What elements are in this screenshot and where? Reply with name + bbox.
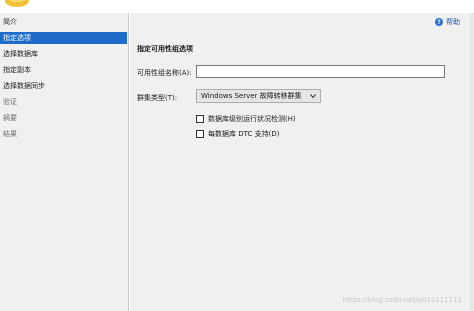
db-health-detection-label: 数据库级别运行状况检测(H)	[208, 115, 296, 123]
sidebar-item-summary: 摘要	[3, 114, 17, 122]
page-title: 指定可用性组选项	[137, 45, 193, 53]
per-db-dtc-checkbox[interactable]	[196, 130, 204, 138]
sidebar-item-validation: 验证	[3, 98, 17, 106]
cluster-type-value: Windows Server 故障转移群集	[201, 92, 302, 100]
sidebar-item-specify-options[interactable]: 指定选项	[0, 32, 127, 44]
sidebar-item-intro[interactable]: 简介	[0, 16, 127, 28]
cluster-type-select[interactable]: Windows Server 故障转移群集	[196, 89, 321, 103]
sidebar-item-select-databases[interactable]: 选择数据库	[0, 48, 127, 60]
watermark: https://blog.csdn.net/u011111111	[342, 296, 462, 304]
sidebar-item-data-sync[interactable]: 选择数据同步	[0, 80, 127, 92]
help-icon: ?	[435, 18, 443, 26]
wizard-steps-sidebar: 简介 指定选项 选择数据库 指定副本 选择数据同步 验证 摘要 结果	[0, 13, 129, 311]
help-link[interactable]: ? 帮助	[435, 17, 460, 27]
db-health-detection-option[interactable]: 数据库级别运行状况检测(H)	[196, 114, 296, 124]
ag-name-input[interactable]	[196, 65, 445, 78]
per-db-dtc-label: 每数据库 DTC 支持(D)	[208, 130, 280, 138]
cluster-type-label: 群集类型(T):	[137, 94, 178, 102]
window-edge	[470, 13, 474, 311]
chevron-down-icon	[310, 94, 316, 99]
title-strip	[0, 0, 474, 13]
ag-name-label: 可用性组名称(A):	[137, 69, 192, 77]
app-logo-icon	[5, 0, 29, 7]
db-health-detection-checkbox[interactable]	[196, 115, 204, 123]
per-db-dtc-option[interactable]: 每数据库 DTC 支持(D)	[196, 129, 279, 139]
main-panel: ? 帮助 指定可用性组选项 可用性组名称(A): 群集类型(T): Window…	[130, 13, 474, 311]
sidebar-item-specify-replicas[interactable]: 指定副本	[0, 64, 127, 76]
help-label: 帮助	[446, 18, 460, 26]
sidebar-item-results: 结果	[3, 130, 17, 138]
